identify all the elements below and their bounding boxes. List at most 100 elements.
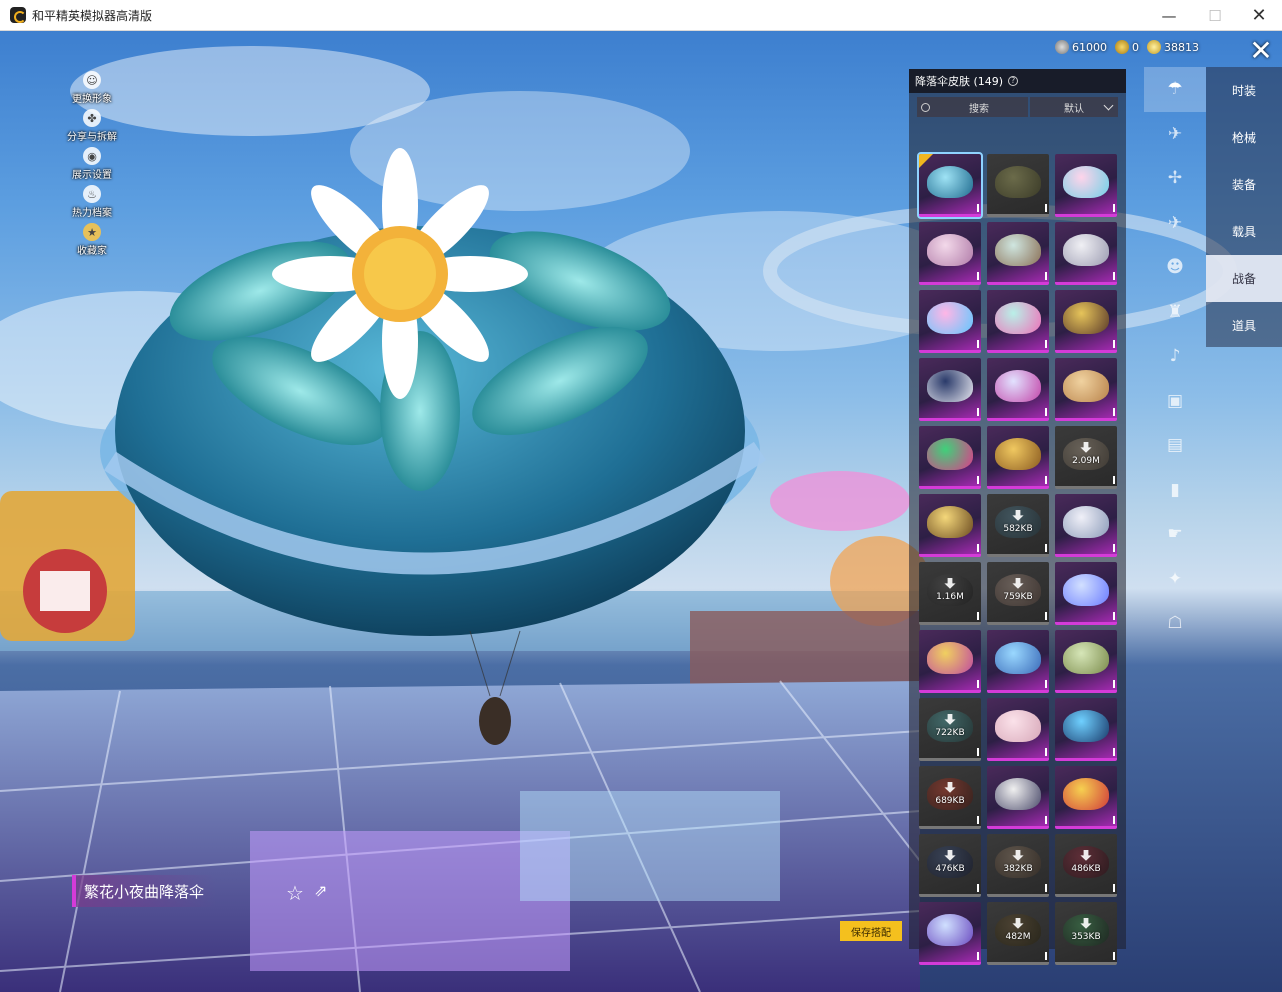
tile-marker <box>1113 612 1115 620</box>
hand-icon[interactable]: ☛ <box>1144 512 1206 557</box>
download-indicator: 689KB <box>919 782 981 806</box>
skin-tile[interactable] <box>987 222 1049 285</box>
maximize-button[interactable]: ☐ <box>1192 0 1238 31</box>
skin-tile[interactable] <box>919 902 981 965</box>
parachute-thumbnail <box>1063 370 1109 402</box>
skin-tile[interactable] <box>1055 290 1117 353</box>
skin-tile[interactable] <box>919 494 981 557</box>
coupon-amount: 38813 <box>1164 40 1199 54</box>
window-titlebar: 和平精英模拟器高清版 — ☐ ✕ <box>0 0 1282 31</box>
download-icon <box>944 782 956 793</box>
skin-tile[interactable] <box>919 630 981 693</box>
download-icon <box>1012 510 1024 521</box>
skin-tile[interactable]: 2.09M <box>1055 426 1117 489</box>
skin-tile[interactable] <box>987 290 1049 353</box>
category-tab[interactable]: 战备 <box>1206 255 1282 302</box>
skin-tile[interactable] <box>1055 630 1117 693</box>
robot-icon[interactable]: ♜ <box>1144 290 1206 335</box>
download-size: 1.16M <box>936 592 964 602</box>
tile-marker <box>1045 884 1047 892</box>
category-tab[interactable]: 装备 <box>1206 161 1282 208</box>
frame-icon[interactable]: ▤ <box>1144 423 1206 468</box>
skin-tile[interactable]: 486KB <box>1055 834 1117 897</box>
favorite-star-icon[interactable]: ☆ <box>286 881 304 905</box>
skin-tile[interactable]: 482M <box>987 902 1049 965</box>
airplane-trail-icon[interactable]: ✈ <box>1144 112 1206 157</box>
skin-tile[interactable] <box>987 766 1049 829</box>
speaker-icon[interactable]: ♪ <box>1144 334 1206 379</box>
tile-marker <box>977 272 979 280</box>
plane-icon[interactable]: ✈ <box>1144 201 1206 246</box>
parachute-thumbnail <box>927 438 973 470</box>
save-outfit-button[interactable]: 保存搭配 <box>840 921 902 941</box>
category-tab[interactable]: 载具 <box>1206 208 1282 255</box>
skin-tile[interactable]: 689KB <box>919 766 981 829</box>
tile-marker <box>1113 272 1115 280</box>
equipped-check-icon <box>919 154 933 168</box>
tile-marker <box>1045 612 1047 620</box>
tile-marker <box>1113 476 1115 484</box>
skin-tile[interactable] <box>987 358 1049 421</box>
download-size: 486KB <box>1071 864 1101 874</box>
subcategory-icon-column: ☂ ✈ ✢ ✈ ☻ ♜ ♪ ▣ ▤ ▮ ☛ ✦ ☖ <box>1144 67 1206 707</box>
skin-tile[interactable] <box>1055 766 1117 829</box>
skin-tile[interactable] <box>1055 222 1117 285</box>
parachute-thumbnail <box>1063 302 1109 334</box>
emulator-window: 和平精英模拟器高清版 — ☐ ✕ ☺ 更换形象 ✤ 分享与拆解 ◉ 展示设置 ♨… <box>0 0 1282 992</box>
parachute-thumbnail <box>995 642 1041 674</box>
parachute-thumbnail <box>927 166 973 198</box>
category-tab[interactable]: 枪械 <box>1206 114 1282 161</box>
display-settings-button[interactable]: ◉ 展示设置 <box>60 147 124 185</box>
silver-amount: 61000 <box>1072 40 1107 54</box>
skin-tile[interactable] <box>917 152 983 219</box>
parachute-thumbnail <box>1063 506 1109 538</box>
skin-tile[interactable]: 759KB <box>987 562 1049 625</box>
skin-tile[interactable] <box>987 426 1049 489</box>
help-icon[interactable]: ? <box>1008 76 1019 86</box>
download-size: 689KB <box>935 796 965 806</box>
category-tab[interactable]: 道具 <box>1206 302 1282 349</box>
skin-tile[interactable]: 476KB <box>919 834 981 897</box>
skin-tile[interactable] <box>919 222 981 285</box>
change-avatar-button[interactable]: ☺ 更换形象 <box>60 71 124 109</box>
skin-tile[interactable]: 1.16M <box>919 562 981 625</box>
download-icon <box>1080 442 1092 453</box>
skin-tile[interactable]: 582KB <box>987 494 1049 557</box>
skin-tile[interactable] <box>1055 698 1117 761</box>
minimize-button[interactable]: — <box>1146 0 1192 31</box>
share-icon[interactable]: ⇗ <box>314 881 327 900</box>
skin-tile[interactable] <box>919 358 981 421</box>
skin-tile[interactable] <box>987 698 1049 761</box>
hat-icon[interactable]: ☖ <box>1144 601 1206 646</box>
skin-tile[interactable] <box>987 630 1049 693</box>
bottle-icon[interactable]: ▮ <box>1144 468 1206 513</box>
skin-tile[interactable]: 353KB <box>1055 902 1117 965</box>
skin-tile[interactable]: 382KB <box>987 834 1049 897</box>
skin-tile[interactable] <box>919 290 981 353</box>
sort-dropdown[interactable]: 默认 <box>1030 97 1118 117</box>
emote-icon[interactable]: ☻ <box>1144 245 1206 290</box>
share-split-button[interactable]: ✤ 分享与拆解 <box>60 109 124 147</box>
heat-archive-button[interactable]: ♨ 热力档案 <box>60 185 124 223</box>
drone-icon[interactable]: ✢ <box>1144 156 1206 201</box>
skin-tile[interactable] <box>987 154 1049 217</box>
close-wardrobe-button[interactable]: ✕ <box>1246 37 1276 67</box>
companion-icon[interactable]: ▣ <box>1144 379 1206 424</box>
skin-tile[interactable] <box>1055 154 1117 217</box>
collector-button[interactable]: ★ 收藏家 <box>60 223 124 261</box>
window-close-button[interactable]: ✕ <box>1236 0 1282 31</box>
search-input[interactable]: 搜索 <box>917 97 1028 117</box>
tile-marker <box>1045 816 1047 824</box>
eye-icon: ◉ <box>83 147 101 165</box>
skin-tile[interactable]: 722KB <box>919 698 981 761</box>
sparkle-icon[interactable]: ✦ <box>1144 557 1206 602</box>
download-size: 382KB <box>1003 864 1033 874</box>
tile-marker <box>1045 544 1047 552</box>
parachute-icon[interactable]: ☂ <box>1144 67 1206 112</box>
window-title: 和平精英模拟器高清版 <box>32 8 153 23</box>
skin-tile[interactable] <box>919 426 981 489</box>
skin-tile[interactable] <box>1055 494 1117 557</box>
category-tab[interactable]: 时装 <box>1206 67 1282 114</box>
skin-tile[interactable] <box>1055 358 1117 421</box>
skin-tile[interactable] <box>1055 562 1117 625</box>
